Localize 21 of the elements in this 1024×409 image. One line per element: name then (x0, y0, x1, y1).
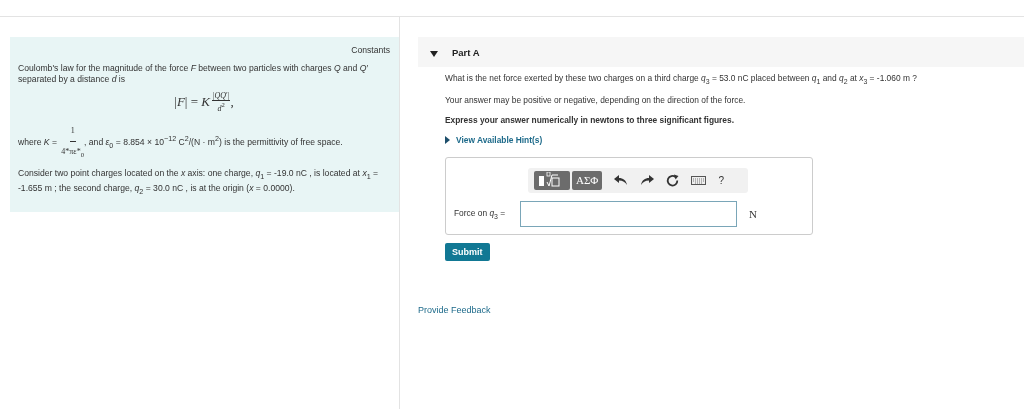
help-button[interactable]: ? (718, 174, 724, 186)
constants-link[interactable]: Constants (351, 45, 390, 55)
note-text: Your answer may be positive or negative, depending on the direction of the force. (445, 94, 747, 105)
greek-button[interactable]: ΑΣΦ (572, 170, 603, 190)
answer-label: Force on q$_{3}$ = (454, 207, 507, 220)
instruction-text: Express your answer numerically in newtons to three significant figures. (445, 114, 735, 125)
part-title: Part A (452, 46, 480, 58)
question-text: What is the net force exerted by these two charges on a third charge q$_{3}$ = 53.0 nC placed between q$_{1}$ and q$_{2}$ at x$_{3}$ = -1.060 m ? (445, 73, 918, 85)
reset-icon[interactable] (666, 173, 680, 187)
unit-label: N (749, 207, 757, 220)
answer-field[interactable] (520, 200, 737, 227)
paragraph: Coulomb's law for the magnitude of the force F between two particles with charges Q and Q′ separated by a distance dis (18, 63, 370, 85)
templates-button[interactable] (534, 170, 570, 190)
submit-button[interactable]: Submit (445, 242, 490, 261)
caret-icon (445, 135, 450, 144)
feedback-link[interactable]: Provide Feedback (418, 304, 491, 315)
formula: |F| = K |QQ′| d$^{2}$ , (173, 91, 235, 113)
paragraph: Consider two point charges located on the x axis: one charge, q$_{1}$ = -19.0 nC , is located at x$_{1}$ = -1.655 m ; the second charge, q$_{2}$ = 30.0 nC , is at the origin (x = 0.0000). (18, 168, 380, 198)
keyboard-icon[interactable] (691, 175, 707, 185)
paragraph: where K = 1 4*πε*$_{0}$ , and ε$_{0}$ = 8.854 × 10$^{−12}$ C$^{2}$/(N · m$^{2}$) is the permittivity of free space. (18, 120, 390, 165)
hints-link[interactable]: View Available Hint(s) (456, 134, 543, 145)
